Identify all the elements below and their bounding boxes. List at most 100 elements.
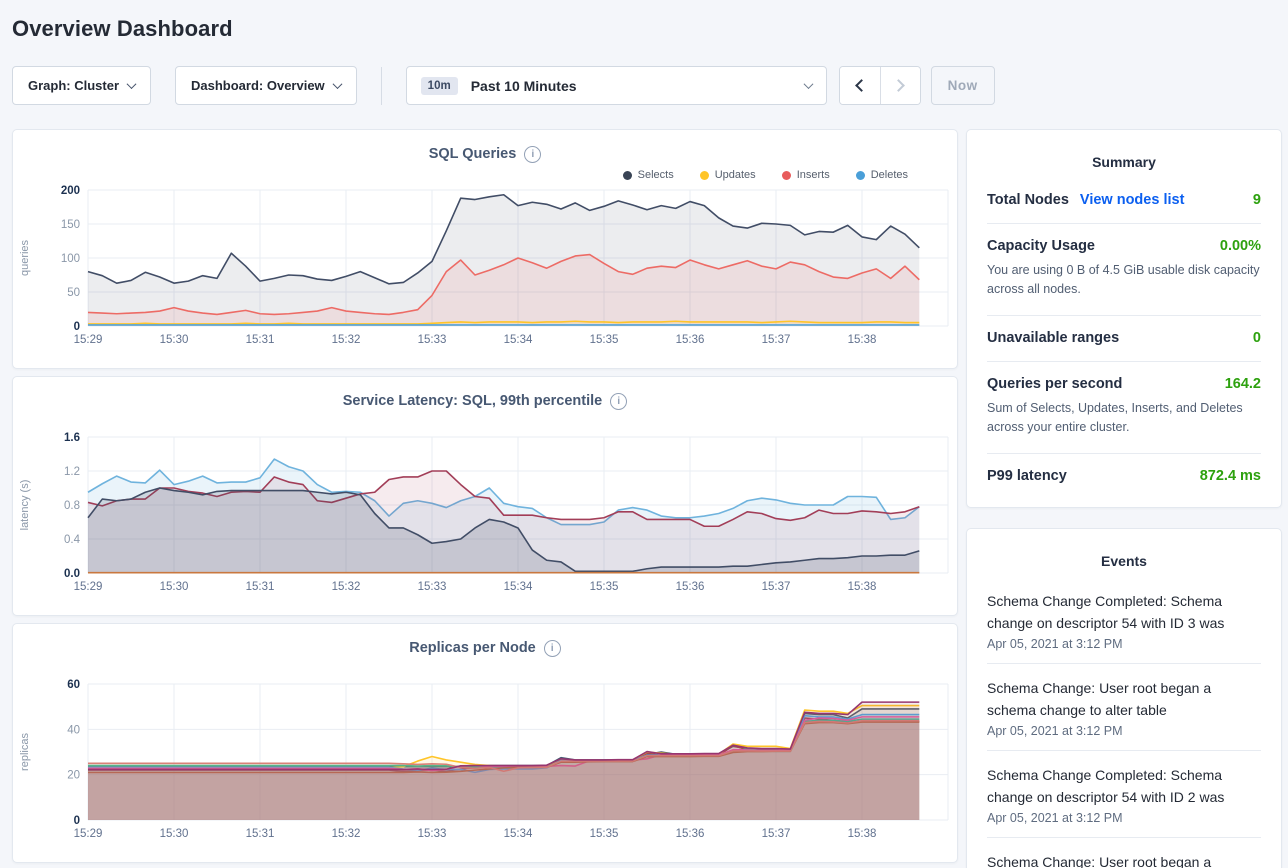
replicas-per-node-chart-card: Replicas per Node i 020406015:2915:3015:…	[12, 623, 958, 863]
svg-text:15:36: 15:36	[676, 334, 705, 346]
replicas-per-node-chart[interactable]: 020406015:2915:3015:3115:3215:3315:3415:…	[14, 678, 958, 846]
legend-dot-icon	[782, 171, 791, 180]
event-text: Schema Change Completed: Schema change o…	[987, 590, 1261, 634]
previous-range-button[interactable]	[840, 67, 880, 104]
svg-text:0.4: 0.4	[64, 534, 81, 546]
next-range-button[interactable]	[880, 67, 920, 104]
event-item[interactable]: Schema Change: User root began a schema …	[987, 664, 1261, 751]
summary-label: P99 latency	[987, 468, 1067, 484]
chart-legend	[14, 413, 956, 431]
event-text: Schema Change: User root began a schema …	[987, 677, 1261, 721]
dashboard-selector-dropdown[interactable]: Dashboard: Overview	[175, 66, 357, 105]
event-item[interactable]: Schema Change Completed: Schema change o…	[987, 577, 1261, 664]
svg-text:15:38: 15:38	[848, 334, 877, 346]
dashboard-selector-label: Dashboard: Overview	[191, 78, 325, 93]
svg-text:20: 20	[67, 770, 80, 782]
svg-text:15:30: 15:30	[160, 828, 189, 840]
info-icon[interactable]: i	[524, 146, 541, 163]
svg-text:0.8: 0.8	[64, 500, 80, 512]
svg-text:15:33: 15:33	[418, 581, 447, 593]
summary-value: 0	[1253, 330, 1261, 346]
info-icon[interactable]: i	[610, 393, 627, 410]
summary-label: Unavailable ranges	[987, 330, 1119, 346]
legend-label: Inserts	[797, 169, 830, 181]
summary-label: Capacity Usage	[987, 238, 1095, 254]
event-item[interactable]: Schema Change Completed: Schema change o…	[987, 751, 1261, 838]
chart-legend	[14, 660, 956, 678]
summary-row-unavailable-ranges: Unavailable ranges 0	[987, 316, 1261, 362]
svg-text:15:35: 15:35	[590, 334, 619, 346]
event-timestamp: Apr 05, 2021 at 3:12 PM	[987, 811, 1261, 825]
svg-text:15:32: 15:32	[332, 828, 361, 840]
charts-column: SQL Queries i Selects Updates Inserts Delet…	[12, 129, 958, 863]
legend-item[interactable]: Inserts	[782, 169, 830, 181]
events-panel: Events Schema Change Completed: Schema c…	[966, 528, 1282, 868]
svg-text:15:30: 15:30	[160, 581, 189, 593]
summary-value: 164.2	[1225, 376, 1261, 392]
summary-value: 9	[1253, 192, 1261, 208]
legend-item[interactable]: Selects	[623, 169, 674, 181]
legend-item[interactable]: Deletes	[856, 169, 908, 181]
chevron-right-icon	[892, 79, 905, 92]
svg-text:100: 100	[61, 253, 80, 265]
svg-text:15:29: 15:29	[74, 334, 103, 346]
summary-row-queries-per-second: Queries per second 164.2 Sum of Selects,…	[987, 362, 1261, 454]
graph-selector-dropdown[interactable]: Graph: Cluster	[12, 66, 151, 105]
dashboard-content: SQL Queries i Selects Updates Inserts Delet…	[12, 129, 1282, 868]
event-text: Schema Change: User root began a schema …	[987, 851, 1261, 868]
time-range-chip: 10m	[421, 77, 458, 95]
legend-dot-icon	[856, 171, 865, 180]
legend-item[interactable]: Updates	[700, 169, 756, 181]
graph-selector-label: Graph: Cluster	[28, 78, 119, 93]
event-timestamp: Apr 05, 2021 at 3:12 PM	[987, 637, 1261, 651]
overview-dashboard-page: Overview Dashboard Graph: Cluster Dashbo…	[0, 0, 1288, 868]
summary-value: 872.4 ms	[1200, 468, 1261, 484]
chart-title-row: SQL Queries i	[14, 142, 956, 166]
svg-text:15:31: 15:31	[246, 581, 275, 593]
svg-text:15:37: 15:37	[762, 828, 791, 840]
svg-text:15:31: 15:31	[246, 828, 275, 840]
svg-text:40: 40	[67, 724, 80, 736]
svg-text:15:35: 15:35	[590, 581, 619, 593]
sql-queries-chart[interactable]: 05010015020015:2915:3015:3115:3215:3315:…	[14, 184, 958, 352]
summary-label: Queries per second	[987, 376, 1122, 392]
svg-text:0: 0	[74, 321, 80, 333]
time-range-label: Past 10 Minutes	[471, 78, 577, 94]
svg-text:0.0: 0.0	[64, 568, 80, 580]
summary-caption: You are using 0 B of 4.5 GiB usable disk…	[987, 261, 1261, 300]
svg-text:1.2: 1.2	[64, 466, 80, 478]
chart-title: Replicas per Node	[409, 640, 536, 656]
svg-text:15:34: 15:34	[504, 828, 533, 840]
chevron-down-icon	[127, 79, 137, 89]
svg-text:15:35: 15:35	[590, 828, 619, 840]
service-latency-chart[interactable]: 0.00.40.81.21.615:2915:3015:3115:3215:33…	[14, 431, 958, 599]
chart-legend: Selects Updates Inserts Deletes	[14, 166, 956, 184]
toolbar: Graph: Cluster Dashboard: Overview 10m P…	[12, 66, 1282, 105]
chevron-left-icon	[855, 79, 868, 92]
legend-label: Updates	[715, 169, 756, 181]
svg-text:15:29: 15:29	[74, 581, 103, 593]
service-latency-chart-card: Service Latency: SQL, 99th percentile i …	[12, 376, 958, 616]
svg-text:60: 60	[67, 679, 80, 691]
svg-text:15:36: 15:36	[676, 581, 705, 593]
svg-text:15:34: 15:34	[504, 334, 533, 346]
svg-text:50: 50	[67, 287, 80, 299]
chevron-down-icon	[803, 79, 813, 89]
svg-text:15:38: 15:38	[848, 581, 877, 593]
toolbar-divider	[381, 67, 382, 105]
chart-title-row: Replicas per Node i	[14, 636, 956, 660]
time-step-buttons	[839, 66, 921, 105]
info-icon[interactable]: i	[544, 640, 561, 657]
event-timestamp: Apr 05, 2021 at 3:12 PM	[987, 724, 1261, 738]
event-item[interactable]: Schema Change: User root began a schema …	[987, 838, 1261, 868]
time-range-picker[interactable]: 10m Past 10 Minutes	[406, 66, 827, 105]
legend-dot-icon	[700, 171, 709, 180]
summary-title: Summary	[987, 130, 1261, 178]
summary-row-p99-latency: P99 latency 872.4 ms	[987, 454, 1261, 499]
now-button[interactable]: Now	[931, 66, 995, 105]
svg-text:replicas: replicas	[19, 733, 31, 771]
summary-row-capacity-usage: Capacity Usage 0.00% You are using 0 B o…	[987, 224, 1261, 316]
svg-text:1.6: 1.6	[64, 432, 80, 444]
view-nodes-list-link[interactable]: View nodes list	[1080, 192, 1185, 208]
svg-text:15:38: 15:38	[848, 828, 877, 840]
